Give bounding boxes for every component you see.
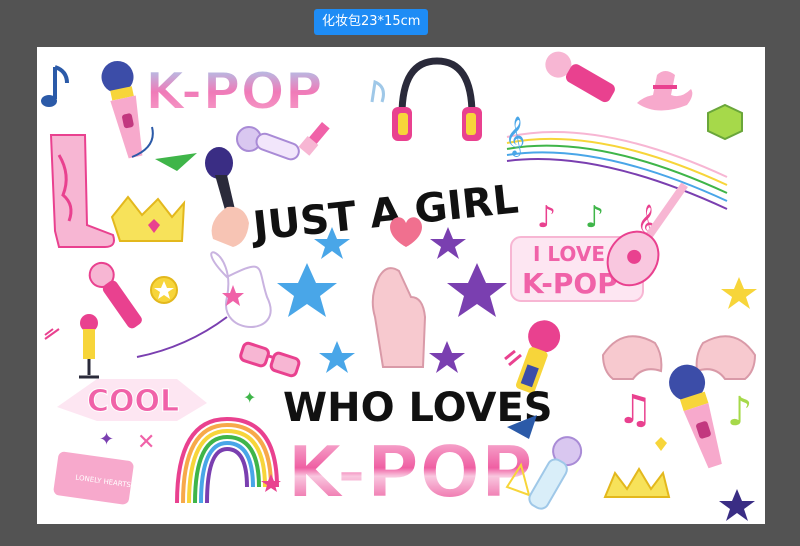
star-icon xyxy=(721,277,757,309)
heart-necklace-icon xyxy=(136,251,272,358)
music-note-icon: ♪ xyxy=(537,200,556,235)
kpop-logo-top: K-POP xyxy=(145,62,323,122)
gem-icon xyxy=(707,103,743,141)
star-icon xyxy=(430,227,466,259)
cool-text: COOL xyxy=(87,384,179,419)
cowboy-boot-icon xyxy=(49,134,115,248)
heart-icon xyxy=(655,437,667,451)
cross-icon: ✕ xyxy=(137,430,155,455)
music-note-icon xyxy=(504,349,522,367)
finger-heart-hand-icon xyxy=(371,267,427,368)
stand-microphone-icon xyxy=(79,314,99,379)
badge-text-top: I LOVE xyxy=(533,242,605,266)
canvas-size-label: 化妆包23*15cm xyxy=(314,9,429,35)
lipstick-icon xyxy=(298,122,330,156)
sparkle-icon: ✦ xyxy=(99,429,114,450)
music-note-icon: ♫ xyxy=(617,387,653,433)
star-icon xyxy=(719,489,755,521)
cool-sticker: COOL xyxy=(57,379,207,421)
microphone-icon xyxy=(669,364,722,469)
music-note-icon xyxy=(44,328,60,340)
treble-clef-icon: 𝄞 xyxy=(505,116,525,157)
ticket-icon: LONELY HEARTS CLUB xyxy=(53,451,152,505)
star-icon xyxy=(429,341,465,373)
hair-dryer-icon xyxy=(236,126,300,161)
headphones-icon xyxy=(392,57,482,141)
star-badge-icon xyxy=(150,276,178,304)
sunglasses-icon xyxy=(239,341,301,378)
star-icon xyxy=(319,341,355,373)
triangle-shape xyxy=(155,153,197,171)
music-note-icon: ♪ xyxy=(585,200,604,235)
guitar-icon xyxy=(606,182,688,287)
crown-icon xyxy=(603,467,671,498)
music-note-icon: ♪ xyxy=(727,389,753,435)
sparkle-icon: ✦ xyxy=(243,388,256,407)
star-icon xyxy=(447,263,507,317)
music-staff-icon xyxy=(506,131,728,210)
design-artboard[interactable]: K-POP JUST A GIRL I LOVE K-POP 𝄞 𝄞 ♪ ♪ C… xyxy=(37,47,765,524)
headline-mid: WHO LOVES xyxy=(283,385,553,431)
kpop-main-title: K-POP xyxy=(287,430,533,514)
microphone-icon xyxy=(101,60,143,159)
star-icon xyxy=(277,263,337,317)
crown-icon xyxy=(110,195,186,242)
hand-microphone-icon xyxy=(205,147,249,247)
rainbow-icon xyxy=(175,416,279,504)
sticker-sheet: K-POP JUST A GIRL I LOVE K-POP 𝄞 𝄞 ♪ ♪ C… xyxy=(41,51,757,521)
cowboy-hat-icon xyxy=(637,71,693,111)
music-note-icon xyxy=(41,65,69,107)
microphone-icon xyxy=(545,51,615,103)
headline-top: JUST A GIRL xyxy=(248,176,521,250)
badge-text-bottom: K-POP xyxy=(522,267,618,300)
